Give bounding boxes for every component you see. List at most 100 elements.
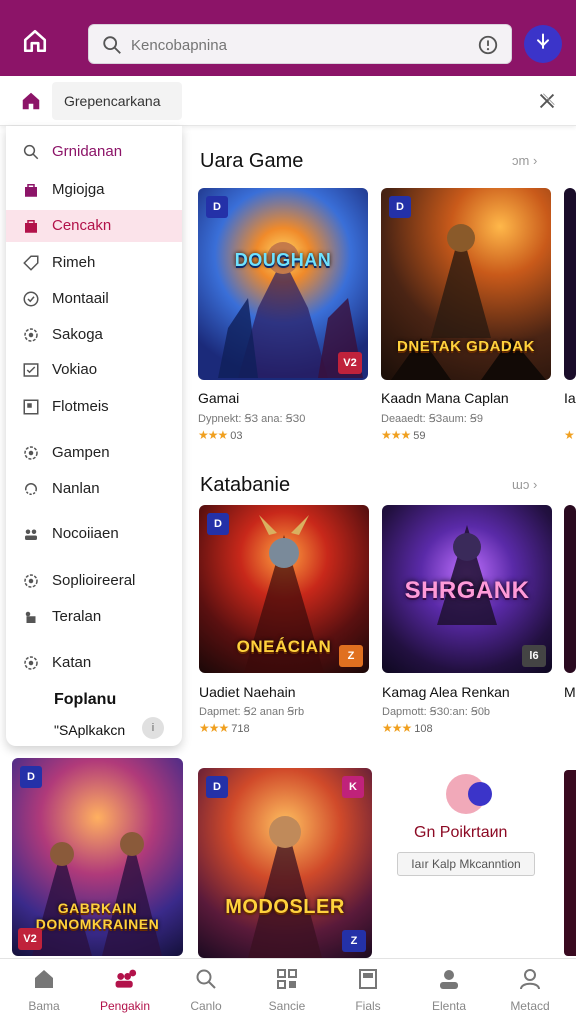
top-app-bar (0, 0, 576, 76)
person-icon (437, 967, 461, 991)
search-bar[interactable] (88, 24, 512, 64)
cover-title: DOUGHAN (234, 250, 332, 270)
nav-item-account[interactable]: Metacd (490, 967, 570, 1013)
game-meta: Deaaedt: ꞨЗaum: Ꞩ9 (381, 413, 483, 425)
drawer-item[interactable]: Mgiojga (6, 174, 182, 206)
star-rating-icon: ★★★ (382, 721, 412, 735)
platform-badge: D (389, 196, 411, 218)
section-more-link[interactable]: ɔm › (512, 153, 537, 168)
nav-item-search[interactable]: Canlo (166, 967, 246, 1013)
game-cover-image: SHRGANK l6 (382, 505, 552, 673)
nav-item-scan[interactable]: Sancie (247, 967, 327, 1013)
home-icon[interactable] (20, 90, 42, 117)
puzzle-icon (22, 608, 40, 626)
drawer-item[interactable]: Nanlan (6, 473, 182, 505)
game-name: Gamai (198, 390, 240, 406)
cover-title: DNETAK GDADAK (397, 338, 535, 355)
nav-item-people[interactable]: Pengakin (85, 967, 165, 1013)
platform-badge: D (207, 513, 229, 535)
check-box-icon (22, 361, 40, 379)
gear-icon (22, 444, 40, 462)
game-cover-image: D DOUGHAN V2 (198, 188, 368, 380)
game-name: Kamag Alea Renkan (382, 684, 510, 700)
bag-icon (22, 217, 40, 235)
game-cover-image: D GABRKAIN DONOMKRAINEN V2 (12, 758, 183, 956)
group-icon (22, 525, 40, 543)
section-title: Katabanie (200, 474, 291, 496)
game-cover-image (564, 188, 576, 380)
game-meta: Dapmet: Ꞩ2 anan Ꞩrb (199, 706, 305, 718)
home-icon (32, 967, 56, 991)
game-cover-image (564, 505, 576, 673)
cover-title: GABRKAIN DONOMKRAINEN (35, 900, 160, 932)
people-icon (113, 967, 137, 991)
search-icon (22, 143, 40, 161)
search-input[interactable] (131, 31, 451, 59)
game-cover-image: D DNETAK GDADAK (381, 188, 551, 380)
drawer-item[interactable]: Montaail (6, 283, 182, 315)
platform-badge: D (206, 776, 228, 798)
drawer-item[interactable]: Gampen (6, 437, 182, 469)
close-icon[interactable] (536, 90, 558, 117)
voice-search-button[interactable] (524, 25, 562, 63)
rating-badge: l6 (522, 645, 546, 667)
search-icon (194, 967, 218, 991)
game-cover-image: D ONEÁCIAN Z (199, 505, 369, 673)
home-icon (22, 28, 48, 59)
rating-badge: Z (342, 930, 366, 952)
star-rating-icon: ★★★ (199, 721, 229, 735)
promo-logo-accent (468, 782, 492, 806)
game-cover-image: D K MODOSLER Z (198, 768, 372, 958)
info-badge-icon[interactable]: i (142, 717, 164, 739)
gear-icon (22, 654, 40, 672)
qr-icon (275, 967, 299, 991)
section-title: Uara Game (200, 150, 304, 172)
drawer-item[interactable]: Nocoiiaen (6, 518, 182, 550)
section-more-link[interactable]: ɯɔ › (512, 477, 537, 492)
drawer-footer-title: Foplanu (54, 691, 117, 708)
drawer-item[interactable]: Flotmeis (6, 391, 182, 423)
game-card-partial[interactable] (564, 770, 576, 956)
nav-item-files[interactable]: Fials (328, 967, 408, 1013)
star-rating-icon: ★★★ (381, 428, 411, 442)
card-icon (356, 967, 380, 991)
game-meta: Dypnekt: ꞨЗ ana: ꞨЗ0 (198, 413, 306, 425)
chevron-right-icon: › (532, 153, 538, 168)
game-name: Ia (564, 390, 576, 406)
info-icon[interactable] (477, 34, 499, 61)
nav-item-profile[interactable]: Elenta (409, 967, 489, 1013)
rating-badge: V2 (338, 352, 362, 374)
drawer-item[interactable]: Grnidanan (6, 136, 182, 168)
drawer-item[interactable]: Rimeh (6, 247, 182, 279)
drawer-item[interactable]: Katan (6, 647, 182, 679)
game-name: M (564, 684, 576, 700)
tag-icon (22, 254, 40, 272)
person-outline-icon (518, 967, 542, 991)
menu-title: Grepencarkana (52, 82, 182, 120)
promo-button[interactable]: Iaır Kalp Mkcanntion (397, 852, 535, 876)
drawer-footer-subtitle[interactable]: "SAplkakcn (54, 722, 125, 738)
drawer-item[interactable]: Soplioireeral (6, 565, 182, 597)
drawer-item[interactable]: Sakoga (6, 319, 182, 351)
bottom-navigation: Bama Pengakin Canlo Sancie Fials Elenta … (0, 958, 576, 1024)
game-rating: ★ (564, 428, 576, 442)
nav-item-home[interactable]: Bama (4, 967, 84, 1013)
rating-badge: V2 (18, 928, 42, 950)
gear-icon (22, 326, 40, 344)
star-rating-icon: ★★★ (198, 428, 228, 442)
frame-icon (22, 398, 40, 416)
drawer-item[interactable]: Vokiao (6, 354, 182, 386)
shield-check-icon (22, 290, 40, 308)
cover-title: SHRGANK (404, 577, 530, 604)
bag-icon (22, 181, 40, 199)
search-icon (101, 34, 123, 61)
game-rating: ★★★ 108 (382, 721, 433, 735)
navigation-drawer: Grnidanan Mgiojga Cencakn Rimeh Montaail… (6, 126, 182, 746)
home-button[interactable] (18, 26, 52, 60)
game-name: Uadiet Naehain (199, 684, 296, 700)
cover-title: MODOSLER (225, 896, 345, 918)
drawer-item[interactable]: Teralan (6, 601, 182, 633)
platform-badge: D (206, 196, 228, 218)
game-rating: ★★★ 59 (381, 428, 426, 442)
drawer-item-active[interactable]: Cencakn (6, 210, 182, 242)
